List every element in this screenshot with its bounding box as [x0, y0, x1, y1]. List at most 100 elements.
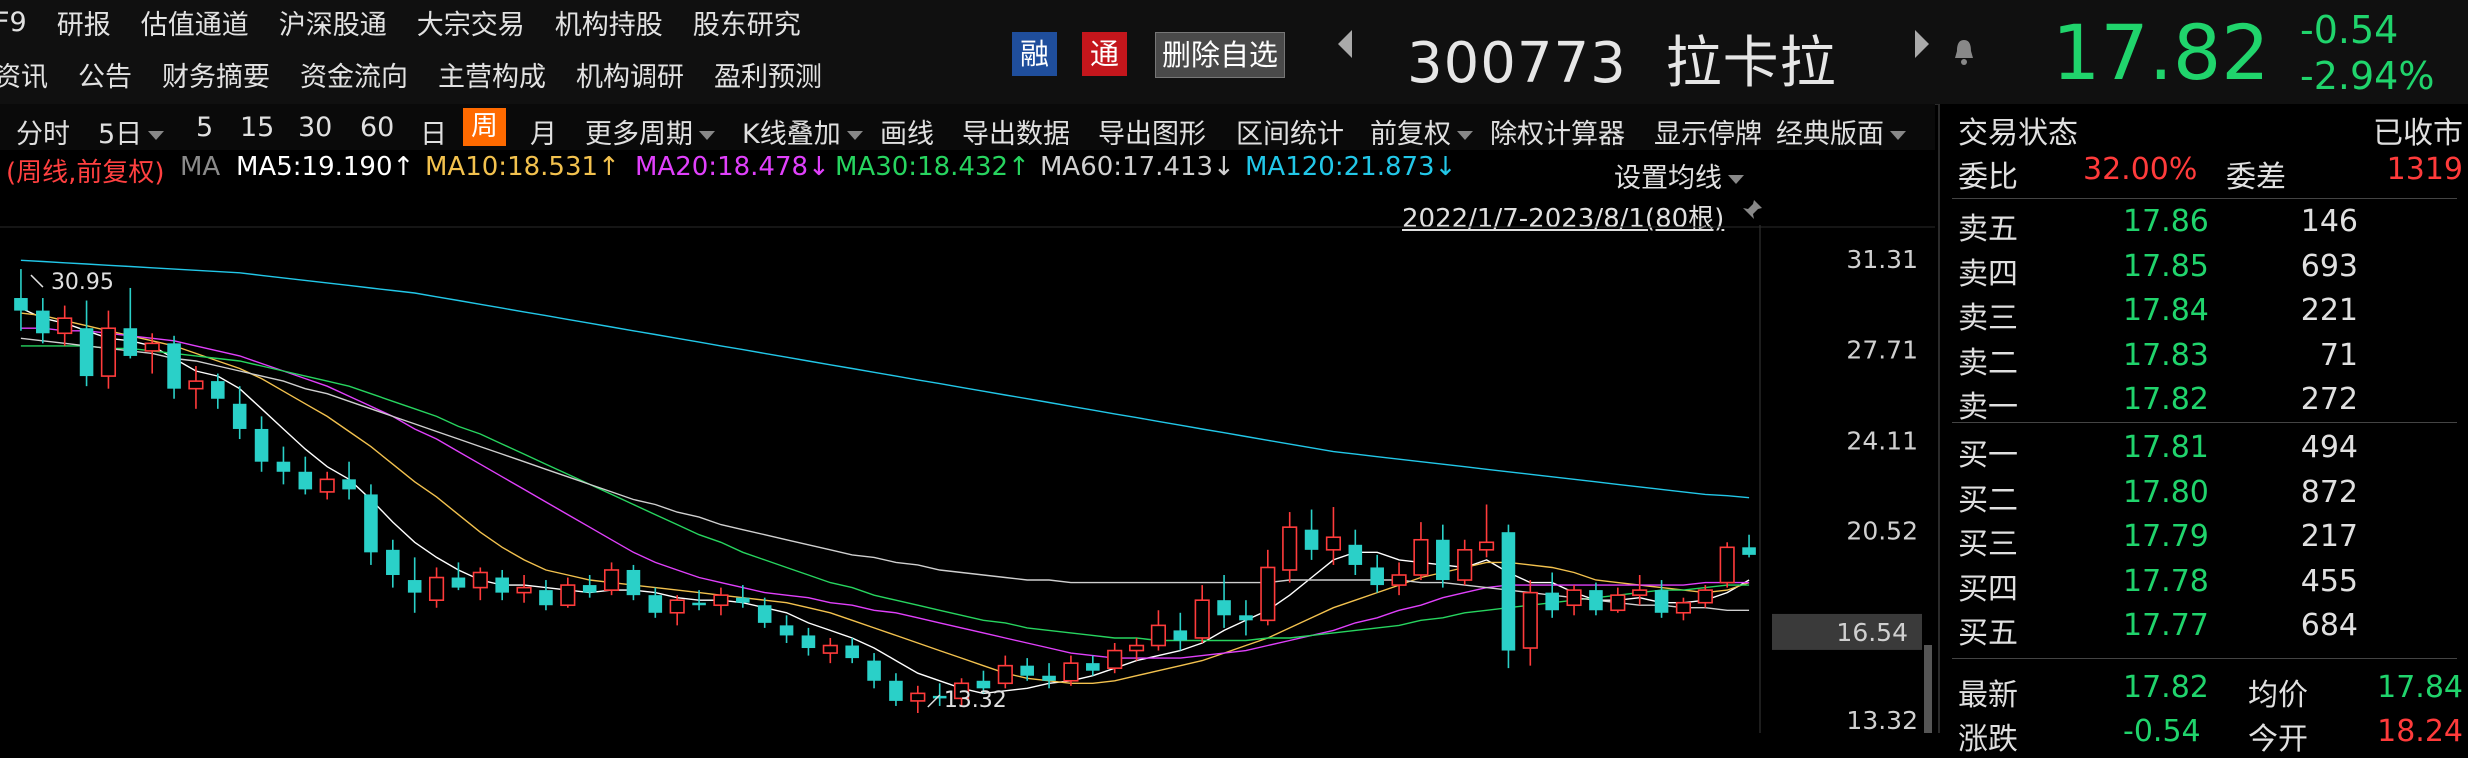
- candle-body-down: [801, 635, 816, 649]
- ma120-value: MA120:21.873↓: [1245, 152, 1457, 182]
- weibi-label: 委比: [1958, 160, 2018, 195]
- divider: [1952, 198, 2457, 199]
- avg-price-label: 均价: [2248, 678, 2308, 713]
- candle-body-up: [1391, 574, 1407, 586]
- pin-icon[interactable]: [1740, 198, 1764, 222]
- nav-link[interactable]: 主营构成: [438, 55, 546, 94]
- ma20-value: MA20:18.478↓: [635, 152, 830, 182]
- ma-settings-button[interactable]: 设置均线: [1614, 156, 1744, 195]
- nav-link[interactable]: 机构持股: [555, 3, 663, 42]
- nav-link[interactable]: F9: [0, 7, 27, 38]
- ask-level-row[interactable]: 卖四 17.85 693: [1958, 249, 2463, 292]
- next-stock-icon[interactable]: [1915, 30, 1929, 58]
- bid-price: 17.79: [2123, 519, 2209, 554]
- candle-body-up: [319, 478, 335, 493]
- candle-body-down: [1173, 630, 1188, 641]
- candle-body-down: [1217, 600, 1231, 616]
- candle-body-down: [232, 403, 247, 429]
- open-label: 今开: [2248, 722, 2308, 757]
- tab-5min[interactable]: 5: [196, 112, 213, 143]
- bell-icon[interactable]: [1952, 38, 1976, 66]
- nav-link[interactable]: 公告: [78, 55, 132, 94]
- bid-level-row[interactable]: 买一 17.81 494: [1958, 430, 2463, 473]
- tab-5day[interactable]: 5日: [98, 112, 165, 151]
- nav-link[interactable]: 资金流向: [300, 55, 408, 94]
- bid-price: 17.77: [2123, 608, 2209, 643]
- ma-label: MA: [180, 152, 221, 182]
- export-data-button[interactable]: 导出数据: [962, 112, 1070, 151]
- ask-level-row[interactable]: 卖三 17.84 221: [1958, 293, 2463, 336]
- order-book-panel: 交易状态 已收市 委比 32.00% 委差 1319 卖五 17.86 146 卖四 1…: [1938, 104, 2468, 757]
- stock-code: 300773: [1407, 31, 1627, 96]
- nav-link[interactable]: 机构调研: [576, 55, 684, 94]
- range-stats-button[interactable]: 区间统计: [1236, 112, 1344, 151]
- candle-body-up: [1063, 662, 1079, 682]
- bid-level-row[interactable]: 买四 17.78 455: [1958, 563, 2463, 607]
- nav-link[interactable]: 资讯: [0, 55, 48, 94]
- bid-price: 17.81: [2123, 430, 2209, 465]
- candle-body-down: [1742, 547, 1756, 555]
- candle-body-down: [582, 585, 597, 593]
- nav-link[interactable]: 估值通道: [141, 3, 249, 42]
- candle-body-up: [516, 586, 532, 594]
- candle-body-down: [1304, 529, 1319, 550]
- tab-weekly[interactable]: 周: [463, 108, 506, 146]
- remove-watchlist-button[interactable]: 删除自选: [1155, 32, 1286, 78]
- nav-link[interactable]: 沪深股通: [279, 3, 387, 42]
- tab-daily[interactable]: 日: [420, 112, 447, 151]
- candle-body-down: [867, 660, 881, 681]
- show-suspension-button[interactable]: 显示停牌: [1654, 112, 1762, 151]
- kline-chart[interactable]: 31.31 27.71 24.11 20.52 13.32 16.54 30.95 13.3…: [0, 225, 1935, 733]
- prev-stock-icon[interactable]: [1338, 30, 1352, 58]
- ex-rights-calculator-button[interactable]: 除权计算器: [1490, 112, 1625, 151]
- ma5-line: [20, 307, 1750, 695]
- ask-label: 卖三: [1958, 301, 2018, 336]
- ask-price: 17.86: [2123, 204, 2209, 239]
- price-change: -0.54: [2300, 8, 2399, 52]
- tab-15min[interactable]: 15: [240, 112, 274, 143]
- export-image-button[interactable]: 导出图形: [1098, 112, 1206, 151]
- candle-body-down: [254, 428, 269, 462]
- ask-level-row[interactable]: 卖一 17.82 272: [1958, 382, 2463, 425]
- candle-body-up: [1150, 624, 1167, 647]
- tab-monthly[interactable]: 月: [530, 112, 557, 151]
- y-tick-label: 20.52: [1846, 517, 1918, 546]
- tab-60min[interactable]: 60: [360, 112, 394, 143]
- tab-30min[interactable]: 30: [298, 112, 332, 143]
- nav-link[interactable]: 大宗交易: [417, 3, 525, 42]
- more-periods-menu[interactable]: 更多周期: [585, 112, 715, 151]
- layout-menu[interactable]: 经典版面: [1776, 112, 1906, 151]
- nav-row-top: F9 研报 估值通道 沪深股通 大宗交易 机构持股 股东研究: [0, 0, 831, 44]
- ask-level-row[interactable]: 卖五 17.86 146: [1958, 204, 2463, 247]
- bid-level-row[interactable]: 买五 17.77 684: [1958, 608, 2463, 651]
- margin-trading-badge[interactable]: 融: [1012, 32, 1058, 76]
- current-price-label: 16.54: [1836, 618, 1908, 647]
- bid-vol: 455: [2300, 563, 2358, 599]
- draw-line-button[interactable]: 画线: [880, 112, 934, 151]
- weibi-value: 32.00%: [2083, 152, 2198, 187]
- candle-body-up: [669, 599, 685, 614]
- avg-price-value: 17.84: [2377, 670, 2463, 705]
- nav-link[interactable]: 研报: [57, 3, 111, 42]
- adjust-menu[interactable]: 前复权: [1370, 112, 1473, 151]
- nav-link[interactable]: 股东研究: [693, 3, 801, 42]
- nav-link[interactable]: 盈利预测: [714, 55, 822, 94]
- candle-body-up: [713, 594, 729, 607]
- bid-level-row[interactable]: 买三 17.79 217: [1958, 519, 2463, 562]
- candle-body-down: [298, 471, 313, 490]
- layout-label: 经典版面: [1776, 119, 1884, 150]
- tab-intraday[interactable]: 分时: [16, 112, 70, 151]
- nav-link[interactable]: 财务摘要: [162, 55, 270, 94]
- candle-body-up: [1610, 594, 1626, 612]
- chevron-down-icon: [148, 131, 165, 140]
- bid-label: 买三: [1958, 527, 2018, 562]
- bid-level-row[interactable]: 买二 17.80 872: [1958, 475, 2463, 518]
- candle-body-up: [1128, 644, 1145, 652]
- ask-level-row[interactable]: 卖二 17.83 71: [1958, 338, 2463, 381]
- kline-overlay-menu[interactable]: K线叠加: [742, 112, 863, 151]
- latest-label: 最新: [1958, 678, 2018, 713]
- connect-badge[interactable]: 通: [1082, 32, 1128, 76]
- ma10-line: [20, 312, 1750, 684]
- last-price: 17.82: [2052, 8, 2270, 97]
- y-tick-label: 31.31: [1846, 245, 1918, 274]
